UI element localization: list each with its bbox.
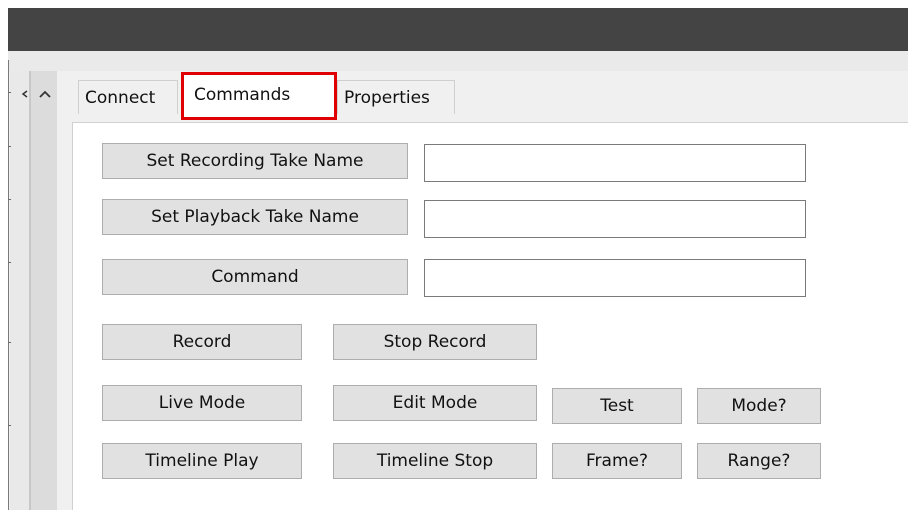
ruler-tick <box>8 342 11 343</box>
tab-connect[interactable]: Connect <box>78 80 178 114</box>
left-border <box>8 60 9 510</box>
timeline-stop-button[interactable]: Timeline Stop <box>333 443 537 479</box>
ruler-tick <box>8 425 11 426</box>
arrow-left-icon[interactable] <box>20 88 30 102</box>
toolbar-strip <box>8 51 908 71</box>
chevron-up-icon[interactable] <box>38 88 52 102</box>
scroll-column[interactable] <box>30 71 57 510</box>
test-button[interactable]: Test <box>552 388 682 424</box>
tab-properties[interactable]: Properties <box>337 80 455 114</box>
record-button[interactable]: Record <box>102 324 302 360</box>
ruler-tick <box>8 146 11 147</box>
frame-query-button[interactable]: Frame? <box>552 443 682 479</box>
ruler-tick <box>8 199 11 200</box>
playback-take-name-input[interactable] <box>424 200 806 238</box>
timeline-play-button[interactable]: Timeline Play <box>102 443 302 479</box>
title-bar <box>8 8 908 51</box>
window: Connect Commands Properties Set Recordin… <box>0 0 908 510</box>
side-panel-edge <box>10 71 30 510</box>
mode-query-button[interactable]: Mode? <box>697 388 821 424</box>
edit-mode-button[interactable]: Edit Mode <box>333 385 537 421</box>
ruler-tick <box>8 262 11 263</box>
tab-commands[interactable]: Commands <box>181 72 337 120</box>
live-mode-button[interactable]: Live Mode <box>102 385 302 421</box>
command-input[interactable] <box>424 259 806 297</box>
ruler-tick <box>8 92 11 93</box>
recording-take-name-input[interactable] <box>424 144 806 182</box>
range-query-button[interactable]: Range? <box>697 443 821 479</box>
set-playback-take-name-button[interactable]: Set Playback Take Name <box>102 199 408 235</box>
set-recording-take-name-button[interactable]: Set Recording Take Name <box>102 143 408 179</box>
command-button[interactable]: Command <box>102 259 408 295</box>
stop-record-button[interactable]: Stop Record <box>333 324 537 360</box>
